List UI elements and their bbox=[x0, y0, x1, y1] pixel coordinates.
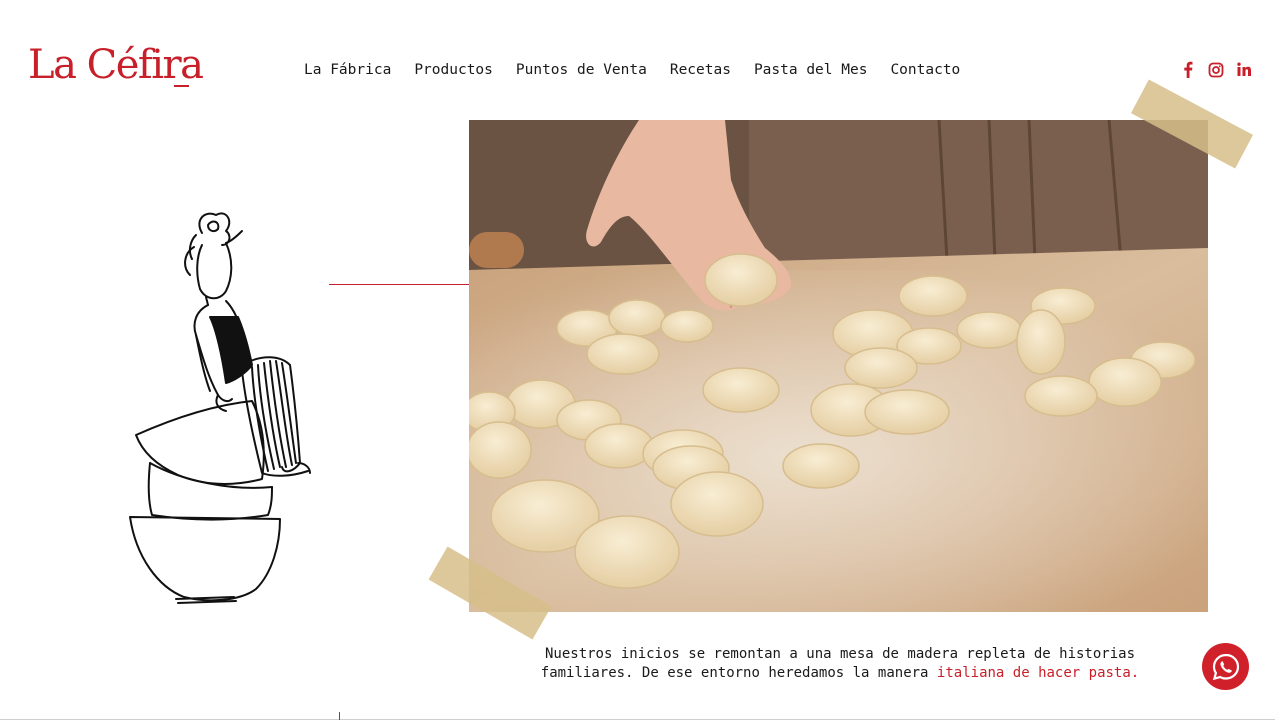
nav-item-recetas[interactable]: Recetas bbox=[670, 60, 731, 80]
social-links bbox=[1180, 60, 1252, 80]
facebook-icon[interactable] bbox=[1180, 60, 1196, 80]
nav-item-la-fabrica[interactable]: La Fábrica bbox=[304, 60, 391, 80]
logo-underline bbox=[174, 85, 189, 87]
nav-item-pasta-del-mes[interactable]: Pasta del Mes bbox=[754, 60, 868, 80]
whatsapp-button[interactable] bbox=[1202, 643, 1249, 690]
pasta-making-photo bbox=[469, 120, 1208, 612]
intro-paragraph: Nuestros inicios se remontan a una mesa … bbox=[500, 645, 1180, 683]
whatsapp-icon bbox=[1212, 653, 1239, 680]
brand-logo[interactable]: La Céfira bbox=[28, 40, 204, 90]
main-nav: La Fábrica Productos Puntos de Venta Rec… bbox=[304, 60, 960, 80]
nav-item-contacto[interactable]: Contacto bbox=[890, 60, 960, 80]
divider-tick bbox=[339, 712, 340, 720]
intro-highlight: italiana de hacer pasta. bbox=[936, 665, 1140, 681]
linkedin-icon[interactable] bbox=[1236, 60, 1252, 80]
nav-item-puntos-de-venta[interactable]: Puntos de Venta bbox=[516, 60, 647, 80]
nav-item-productos[interactable]: Productos bbox=[414, 60, 493, 80]
woman-on-bowls-illustration bbox=[122, 205, 322, 615]
instagram-icon[interactable] bbox=[1208, 60, 1224, 80]
page-divider bbox=[0, 719, 1275, 720]
